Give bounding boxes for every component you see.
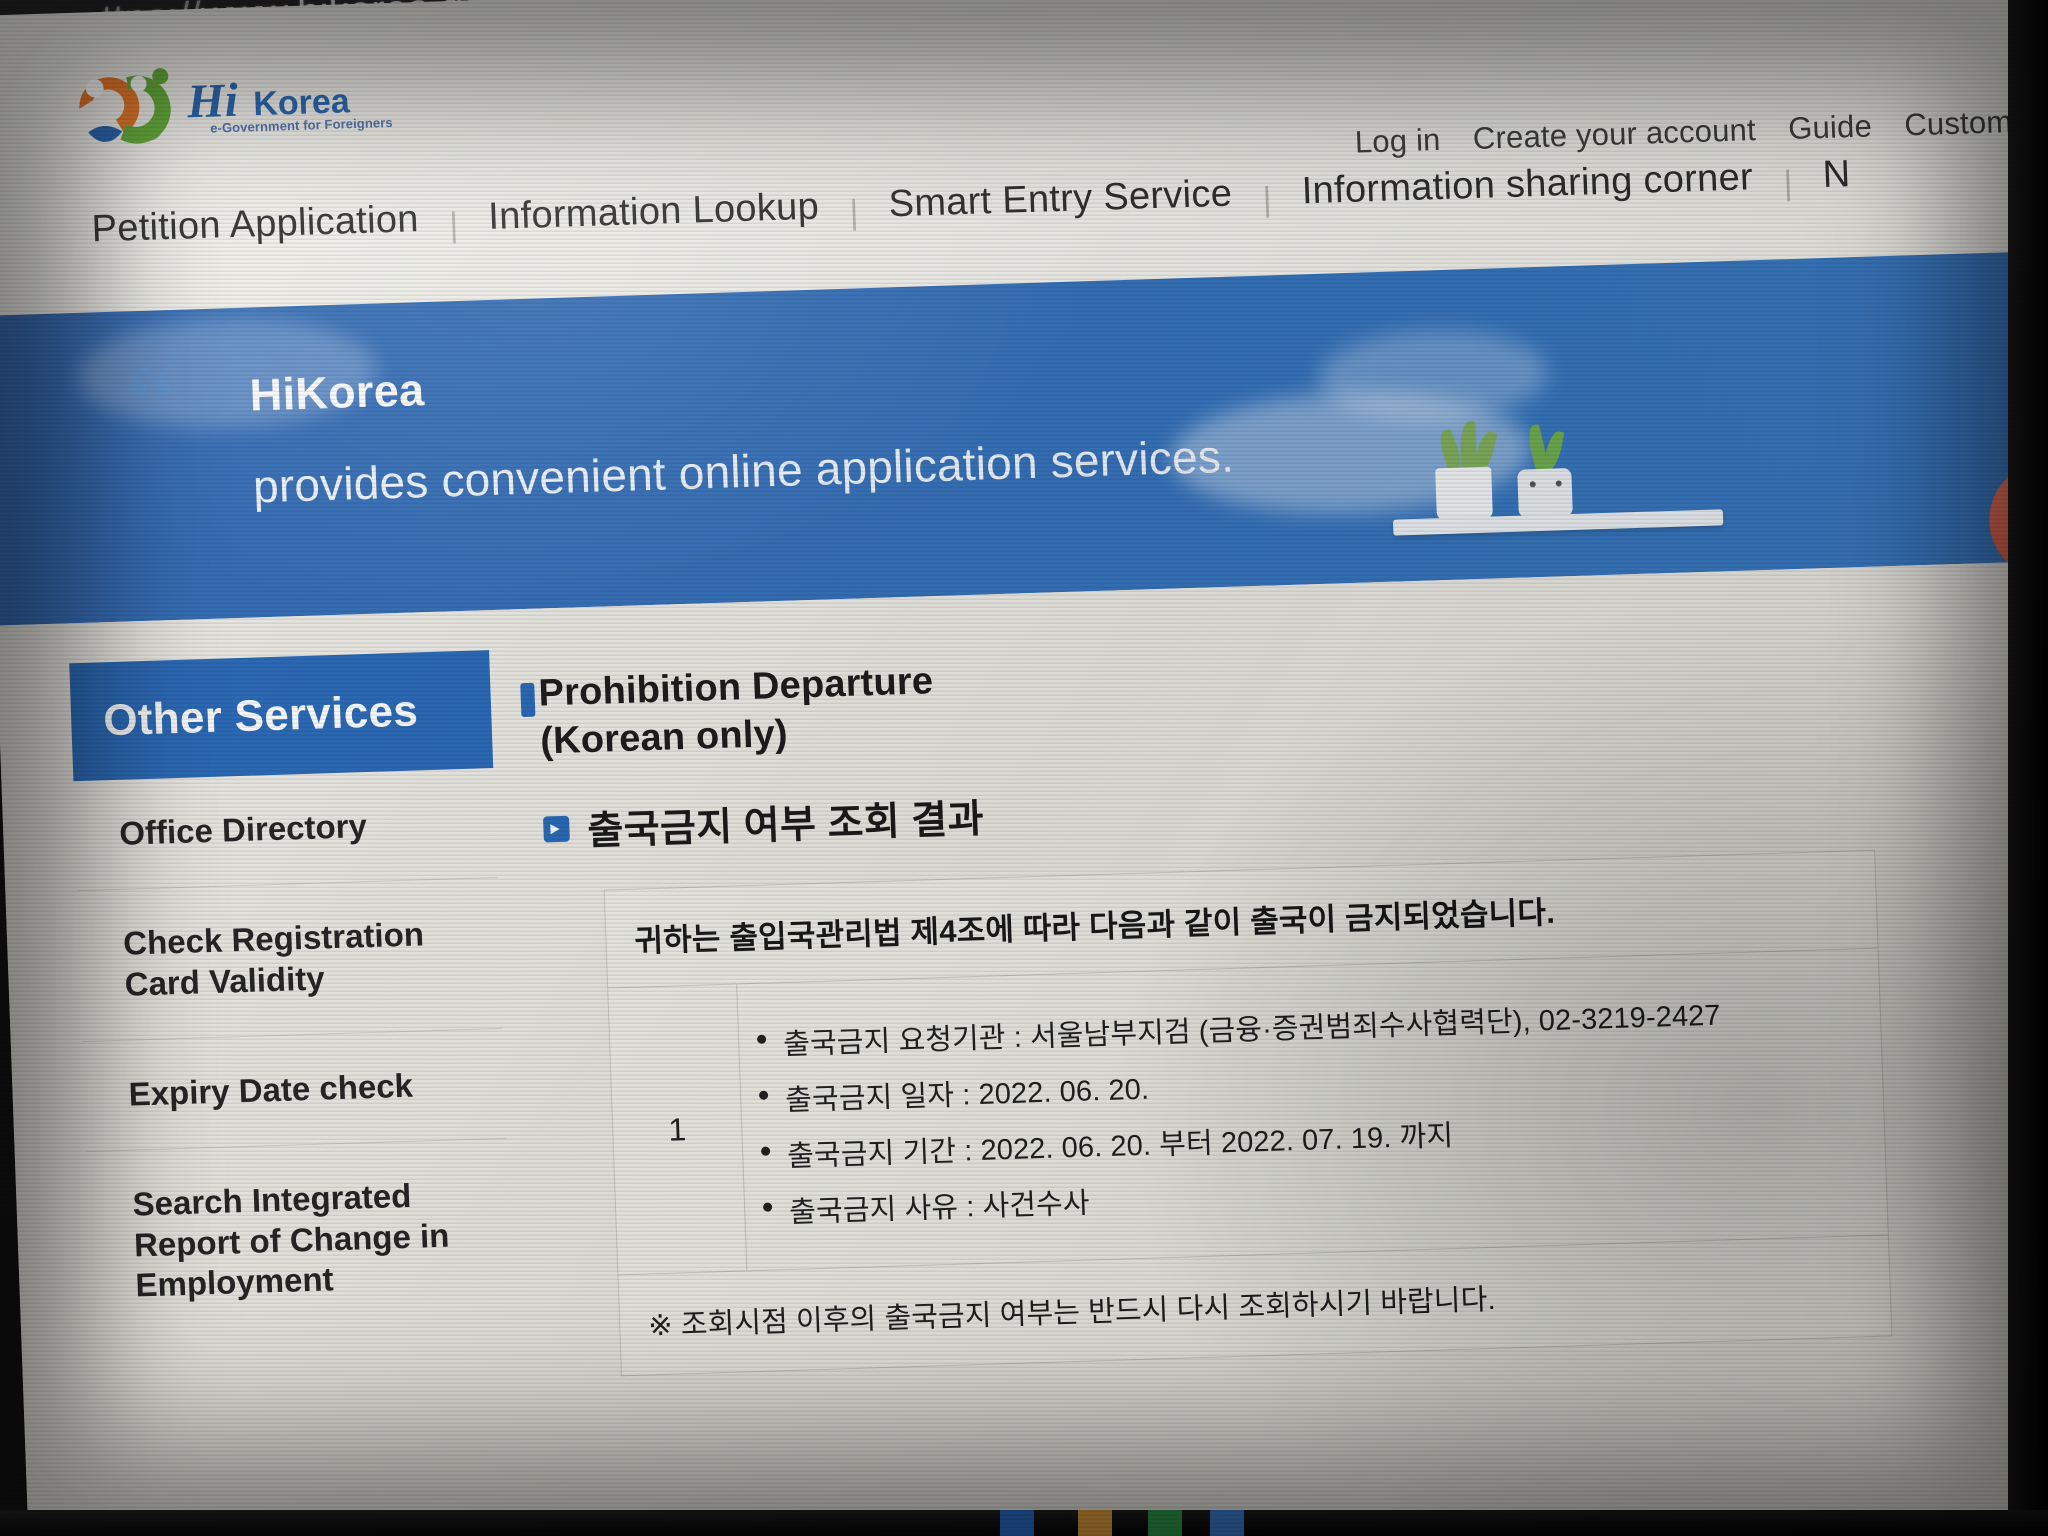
site-logo[interactable]: Hi Korea e-Government for Foreigners [60,49,393,151]
taskbar-icon[interactable] [1078,1510,1112,1536]
taskbar-strip [0,1510,2048,1536]
nav-item-information-sharing-corner[interactable]: Information sharing corner [1301,156,1754,213]
section-heading: 출국금지 여부 조회 결과 [586,797,985,854]
main-column: Prohibition Departure (Korean only) 출국금지… [520,626,1983,1378]
cloud-decoration [1316,326,1550,424]
nav-item-smart-entry-service[interactable]: Smart Entry Service [888,173,1233,227]
sidebar-item-check-registration-card-validity[interactable]: Check Registration Card Validity [77,877,503,1042]
flower-pot-icon [1435,466,1493,521]
page-title-line2: (Korean only) [539,712,789,763]
nav-separator: | [1782,164,1794,203]
monitor-photo: ttps://www.hikorea.go.kr/info/InfoCommon… [0,0,2048,1536]
table-row: 1 출국금지 요청기관 : 서울남부지검 (금융·증권범죄수사협력단), 02-… [608,948,1888,1276]
quote-mark-icon: “ [123,336,182,472]
nav-separator: | [848,193,860,232]
nav-item-information-lookup[interactable]: Information Lookup [488,186,820,239]
sidebar-item-expiry-date-check[interactable]: Expiry Date check [82,1028,507,1152]
page-title-marker-icon [520,682,536,718]
sidebar-item-office-directory[interactable]: Office Directory [73,768,498,892]
web-page: Hi Korea e-Government for Foreigners Log… [0,0,2048,1536]
utility-link-guide[interactable]: Guide [1788,108,1873,147]
nav-separator: | [1262,180,1273,219]
monitor-bezel-right [2008,0,2048,1536]
section-heading-row: 출국금지 여부 조회 결과 [542,757,1963,858]
plant-leaf-icon [1542,429,1565,472]
page-title: Prohibition Departure (Korean only) [538,626,1961,766]
taskbar-icon[interactable] [1000,1510,1034,1536]
hero-subtitle: provides convenient online application s… [252,429,1235,513]
row-number: 1 [608,984,748,1275]
hero-title: HiKorea [248,364,426,421]
utility-link-create-account[interactable]: Create your account [1472,112,1756,157]
nav-item-truncated[interactable]: N [1822,153,1851,197]
nav-item-petition-application[interactable]: Petition Application [91,198,419,251]
result-detail-list: 출국금지 요청기관 : 서울남부지검 (금융·증권범죄수사협력단), 02-32… [738,970,1728,1255]
utility-link-login[interactable]: Log in [1354,122,1441,161]
sidebar: Other Services Office Directory Check Re… [69,650,513,1342]
sidebar-heading: Other Services [69,650,494,782]
result-panel: 귀하는 출입국관리법 제4조에 따라 다음과 같이 출국이 금지되었습니다. 1… [603,849,1893,1377]
taskbar-icon[interactable] [1210,1510,1244,1536]
taskbar-icon[interactable] [1148,1510,1182,1536]
nav-separator: | [448,206,459,245]
hero-banner: “ HiKorea provides convenient online app… [0,249,2048,626]
sidebar-item-search-integrated-report[interactable]: Search Integrated Report of Change in Em… [87,1138,514,1342]
arrow-bullet-icon [542,815,570,843]
page-content: Other Services Office Directory Check Re… [0,559,2048,1536]
page-title-line1: Prohibition Departure [537,660,934,715]
pot-face-eyes [1528,480,1564,495]
